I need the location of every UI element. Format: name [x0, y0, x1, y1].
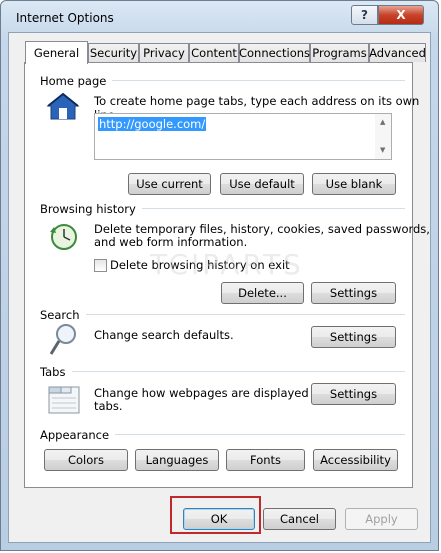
cancel-button[interactable]: Cancel	[263, 508, 336, 530]
ok-button-highlight-box	[170, 496, 261, 534]
apply-button: Apply	[345, 508, 418, 530]
